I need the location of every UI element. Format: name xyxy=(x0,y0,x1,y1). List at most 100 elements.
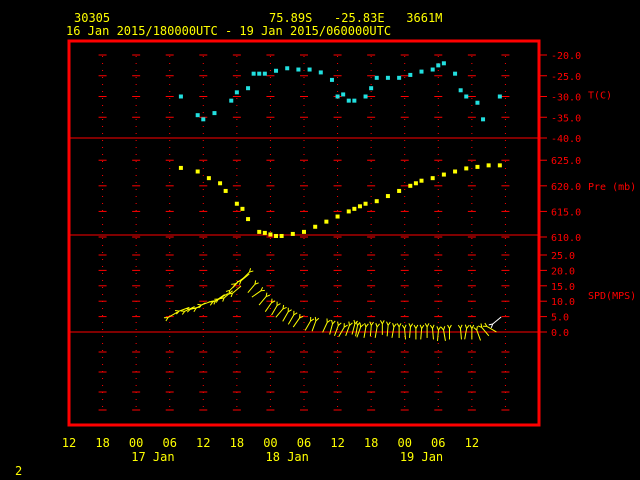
temperature-point xyxy=(369,86,374,91)
temperature-point xyxy=(285,66,290,71)
wind-barb xyxy=(282,307,292,322)
y-tick-label: 15.0 xyxy=(551,282,575,293)
y-tick-label: 610.0 xyxy=(551,233,581,244)
pressure-point xyxy=(408,183,413,188)
pressure-point xyxy=(374,199,379,204)
y-axes: -20.0 -25.0 -30.0 -35.0 -40.0 T(C) 625.0 620.0 6… xyxy=(539,51,636,339)
wind-barb xyxy=(236,273,250,285)
temperature-point xyxy=(408,72,413,77)
pressure-point xyxy=(195,169,200,174)
station-location: 75.89S -25.83E 3661M xyxy=(269,11,442,25)
pressure-point xyxy=(290,231,295,236)
pressure-point xyxy=(257,229,262,234)
x-tick-label: 12 xyxy=(330,436,344,450)
pressure-point xyxy=(324,219,329,224)
y-tick-label: 10.0 xyxy=(551,297,575,308)
pressure-point xyxy=(274,233,279,238)
pressure-point xyxy=(279,233,284,238)
pressure-point xyxy=(464,166,469,171)
temperature-point xyxy=(178,94,183,99)
x-tick-label: 00 xyxy=(263,436,277,450)
meteogram: 30305 75.89S -25.83E 3661M 16 Jan 2015/1… xyxy=(15,11,636,478)
pressure-point xyxy=(486,163,491,168)
wind-barb xyxy=(374,323,380,338)
wind-barb xyxy=(247,280,259,294)
temperature-point xyxy=(464,94,469,99)
time-period: 16 Jan 2015/180000UTC - 19 Jan 2015/0600… xyxy=(66,24,391,38)
y-tick-label: -20.0 xyxy=(551,51,581,62)
temperature-point xyxy=(274,68,279,73)
x-tick-label: 06 xyxy=(297,436,311,450)
pressure-point xyxy=(497,163,502,168)
wind-barb xyxy=(379,320,385,335)
y-tick-label: -35.0 xyxy=(551,113,581,124)
temperature-point xyxy=(397,75,402,80)
temperature-point xyxy=(458,88,463,93)
temperature-point xyxy=(385,75,390,80)
temperature-point xyxy=(436,63,441,68)
wind-barb xyxy=(287,310,298,325)
temperature-point xyxy=(363,94,368,99)
wind-barb xyxy=(386,321,391,337)
wind-barb xyxy=(251,287,265,298)
pressure-point xyxy=(453,169,458,174)
x-tick-label: 18 xyxy=(230,436,244,450)
temperature-point xyxy=(335,94,340,99)
pressure-point xyxy=(313,224,318,229)
pressure-point xyxy=(346,209,351,214)
temperature-point xyxy=(430,67,435,72)
pressure-point xyxy=(240,206,245,211)
pressure-point xyxy=(246,217,251,222)
temperature-point xyxy=(318,70,323,75)
temperature-point xyxy=(481,117,486,122)
wind-barb xyxy=(264,298,276,312)
temperature-point xyxy=(453,71,458,76)
pressure-point xyxy=(357,204,362,209)
wind-barb xyxy=(322,318,331,333)
pressure-point xyxy=(385,194,390,199)
wind-barb xyxy=(396,323,402,338)
pressure-point xyxy=(397,188,402,193)
wind-barb xyxy=(408,323,414,338)
temperature-point xyxy=(212,111,217,116)
y-tick-label: 5.0 xyxy=(551,313,569,324)
x-tick-label: 12 xyxy=(196,436,210,450)
y-axis-label: SPD(MPS) xyxy=(588,291,636,302)
pressure-point xyxy=(419,178,424,183)
pressure-point xyxy=(441,172,446,177)
y-tick-label: 625.0 xyxy=(551,156,581,167)
y-tick-label: -40.0 xyxy=(551,134,581,145)
wind-barb xyxy=(391,323,397,338)
x-day-label: 17 Jan xyxy=(131,450,174,464)
wind-barb xyxy=(473,326,482,341)
temperature-point xyxy=(262,71,267,76)
temperature-point xyxy=(251,71,256,76)
pressure-point xyxy=(234,201,239,206)
temperature-point xyxy=(441,61,446,66)
temperature-point xyxy=(296,67,301,72)
wind-barb xyxy=(241,268,254,281)
x-tick-label: 00 xyxy=(397,436,411,450)
temperature-point xyxy=(475,100,480,105)
y-axis-label: Pre (mb) xyxy=(588,182,636,193)
pressure-point xyxy=(430,176,435,181)
x-day-label: 19 Jan xyxy=(400,450,443,464)
temperature-point xyxy=(374,75,379,80)
x-axis: 12 18 00 06 12 18 00 06 12 18 00 06 12 17 Jan 18 Jan 19… xyxy=(62,436,479,464)
temperature-point xyxy=(352,98,357,103)
y-tick-label: 20.0 xyxy=(551,266,575,277)
wind-barb xyxy=(258,292,271,306)
pressure-point xyxy=(413,181,418,186)
pressure-point xyxy=(223,188,228,193)
wind-barb xyxy=(345,321,353,337)
x-tick-label: 18 xyxy=(364,436,378,450)
pressure-point xyxy=(363,201,368,206)
wind-barb xyxy=(424,323,430,338)
temperature-point xyxy=(419,69,424,74)
temperature-point xyxy=(201,117,206,122)
x-tick-label: 06 xyxy=(162,436,176,450)
temperature-point xyxy=(229,98,234,103)
temperature-point xyxy=(341,92,346,97)
y-tick-label: 620.0 xyxy=(551,182,581,193)
temperature-point xyxy=(257,71,262,76)
